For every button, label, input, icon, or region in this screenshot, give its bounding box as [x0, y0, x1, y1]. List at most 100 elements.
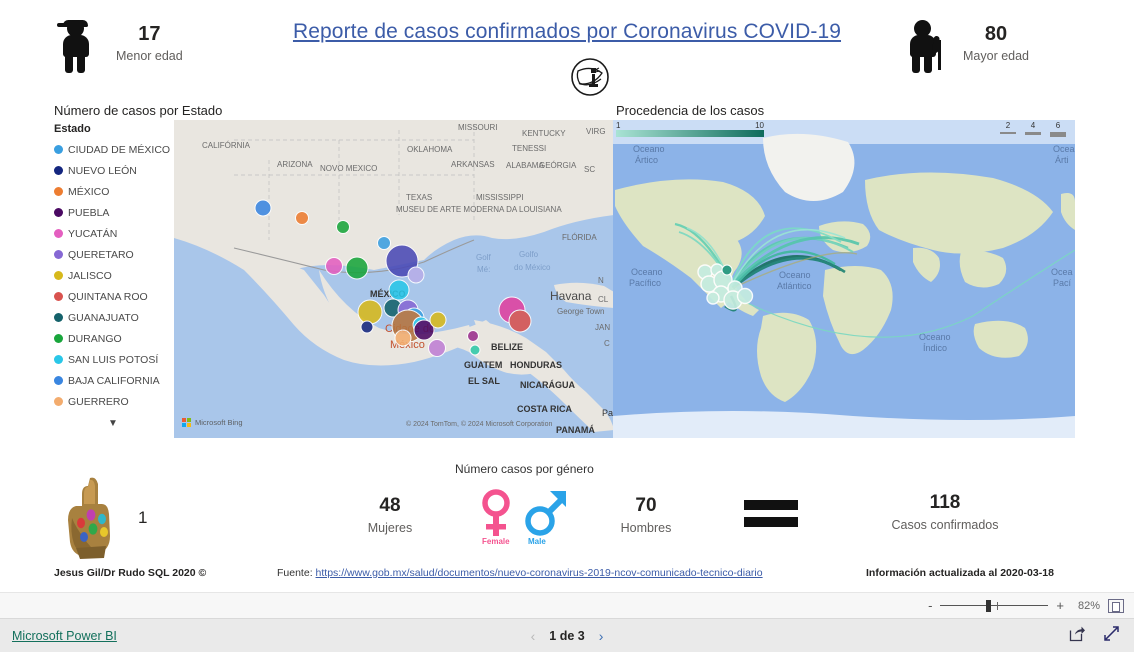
share-icon[interactable]	[1069, 625, 1086, 647]
fit-to-page-icon[interactable]	[1108, 598, 1124, 613]
zoom-slider-tick	[997, 601, 999, 610]
footer-author: Jesus Gil/Dr Rudo SQL 2020 ©	[54, 567, 207, 579]
legend-color-swatch	[54, 334, 63, 343]
svg-text:HONDURAS: HONDURAS	[510, 360, 562, 370]
legend-color-swatch	[54, 229, 63, 238]
svg-text:OKLAHOMA: OKLAHOMA	[407, 145, 453, 154]
legend-item[interactable]: PUEBLA	[54, 202, 172, 223]
legend-item-label: QUINTANA ROO	[68, 290, 148, 303]
legend-item[interactable]: DURANGO	[54, 328, 172, 349]
legend-min: 1	[616, 121, 621, 130]
width-legend-label: 2	[1005, 121, 1011, 130]
legend-item[interactable]: CIUDAD DE MÉXICO	[54, 139, 172, 160]
kpi-value: 118	[929, 492, 961, 513]
kpi-value: 70	[635, 495, 657, 516]
fullscreen-icon[interactable]	[1103, 625, 1120, 647]
legend-item-label: JALISCO	[68, 269, 112, 282]
zoom-toolbar: - + 82%	[0, 592, 1134, 619]
svg-text:Atlántico: Atlántico	[777, 281, 812, 291]
svg-text:KENTUCKY: KENTUCKY	[522, 129, 566, 138]
female-label: Female	[482, 537, 510, 546]
equals-sign-icon	[744, 500, 798, 527]
svg-text:Pacífico: Pacífico	[629, 278, 661, 288]
elderly-person-cane-icon	[905, 14, 947, 73]
legend-item[interactable]: YUCATÁN	[54, 223, 172, 244]
legend-item[interactable]: NUEVO LEÓN	[54, 160, 172, 181]
svg-text:TEXAS: TEXAS	[406, 193, 432, 202]
legend-item[interactable]: BAJA CALIFORNIA	[54, 370, 172, 391]
legend-color-swatch	[54, 376, 63, 385]
zoom-slider-thumb[interactable]	[986, 599, 992, 612]
legend-item[interactable]: SAN LUIS POTOSÍ	[54, 349, 172, 370]
gender-visual-title: Número casos por género	[455, 462, 594, 476]
svg-text:George Town: George Town	[557, 307, 604, 316]
footer-updated: Información actualizada al 2020-03-18	[866, 567, 1054, 579]
width-legend-bar	[1025, 132, 1041, 135]
flow-color-legend: 1 10	[616, 121, 764, 137]
kpi-card-hombres: 70 Hombres	[608, 495, 684, 535]
legend-item-label: PUEBLA	[68, 206, 110, 219]
infinity-gauntlet-icon	[60, 474, 122, 560]
world-flow-map[interactable]: Oceano Ártico Oceano Pacífico Oceano Atlánt…	[613, 120, 1075, 438]
page-navigation: ‹ 1 de 3 ›	[0, 628, 1134, 644]
legend-item[interactable]: MÉXICO	[54, 181, 172, 202]
chevron-down-icon[interactable]: ▼	[54, 418, 172, 429]
page-indicator: 1 de 3	[549, 628, 585, 643]
legend-item[interactable]: GUANAJUATO	[54, 307, 172, 328]
legend-color-swatch	[54, 208, 63, 217]
kpi-caption: Casos confirmados	[891, 518, 999, 532]
svg-text:Havana: Havana	[550, 289, 592, 303]
kpi-card-mujeres: 48 Mujeres	[352, 495, 428, 535]
kpi-value-gauntlet: 1	[138, 508, 148, 527]
footer-source-link[interactable]: https://www.gob.mx/salud/documentos/nuev…	[316, 567, 763, 579]
svg-text:COSTA RICA: COSTA RICA	[517, 404, 572, 414]
legend-color-swatch	[54, 397, 63, 406]
legend-item[interactable]: QUERETARO	[54, 244, 172, 265]
legend-item-label: GUANAJUATO	[68, 311, 139, 324]
svg-text:Golfo: Golfo	[519, 250, 539, 259]
visual-title-procedencia: Procedencia de los casos	[616, 103, 765, 118]
svg-text:Golf: Golf	[476, 253, 491, 262]
svg-text:FLÓRIDA: FLÓRIDA	[562, 233, 597, 242]
legend-color-swatch	[54, 292, 63, 301]
svg-text:ARIZONA: ARIZONA	[277, 160, 313, 169]
zoom-slider[interactable]	[940, 599, 1049, 613]
svg-text:MISSOURI: MISSOURI	[458, 123, 498, 132]
zoom-slider-track	[940, 604, 1049, 606]
gradient-bar	[616, 130, 764, 137]
legend-item-label: SAN LUIS POTOSÍ	[68, 353, 159, 366]
kpi-caption: Mujeres	[367, 521, 413, 535]
legend-color-swatch	[54, 355, 63, 364]
svg-text:CL: CL	[598, 295, 609, 304]
zoom-in-button[interactable]: +	[1056, 598, 1064, 613]
width-legend-item: 6	[1050, 121, 1066, 137]
legend-item-label: GUERRERO	[68, 395, 129, 408]
report-title-link[interactable]: Reporte de casos confirmados por Coronav…	[293, 20, 841, 43]
svg-text:Microsoft Bing: Microsoft Bing	[195, 418, 243, 427]
svg-text:Oceano: Oceano	[631, 267, 663, 277]
svg-text:Índico: Índico	[923, 343, 947, 353]
svg-text:PANAMÁ: PANAMÁ	[556, 425, 595, 435]
legend-item[interactable]: GUERRERO	[54, 391, 172, 412]
svg-text:GUATEM: GUATEM	[464, 360, 502, 370]
svg-text:N: N	[598, 276, 604, 285]
kpi-value: 80	[984, 23, 1008, 45]
svg-text:TENESSI: TENESSI	[512, 144, 546, 153]
legend-item-label: CIUDAD DE MÉXICO	[68, 143, 171, 156]
width-legend-item: 4	[1025, 121, 1041, 137]
zoom-out-button[interactable]: -	[928, 598, 932, 613]
legend-item[interactable]: QUINTANA ROO	[54, 286, 172, 307]
kpi-caption: Hombres	[620, 521, 672, 535]
svg-text:© 2024 TomTom, © 2024 Microsof: © 2024 TomTom, © 2024 Microsoft Corporat…	[406, 420, 552, 428]
mexico-bubble-map[interactable]: CALIFÓRNIA ARIZONA NOVO MEXICO OKLAHOMA …	[174, 120, 614, 438]
state-legend: Estado CIUDAD DE MÉXICO NUEVO LEÓN MÉXICO P…	[54, 123, 172, 429]
width-legend-label: 4	[1030, 121, 1036, 130]
legend-item-label: YUCATÁN	[68, 227, 118, 240]
svg-text:NOVO MEXICO: NOVO MEXICO	[320, 164, 377, 173]
svg-text:MISSISSIPPI: MISSISSIPPI	[476, 193, 524, 202]
legend-item[interactable]: JALISCO	[54, 265, 172, 286]
legend-item-label: NUEVO LEÓN	[68, 164, 137, 177]
chevron-left-icon[interactable]: ‹	[531, 628, 536, 644]
chevron-right-icon[interactable]: ›	[599, 628, 604, 644]
svg-text:Mé:: Mé:	[477, 265, 490, 274]
